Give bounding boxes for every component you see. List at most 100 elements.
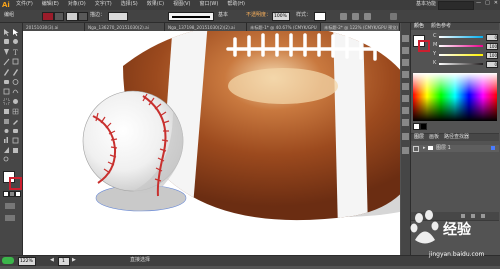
tab-artboards[interactable]: 画板 xyxy=(429,135,439,140)
stroke-swatch[interactable] xyxy=(66,12,78,21)
channel-m-slider[interactable] xyxy=(439,45,483,47)
menu-bar: Ai 文件(F) 编辑(E) 对象(O) 文字(T) 选择(S) 效果(C) 视… xyxy=(0,0,500,10)
stroke-color-box[interactable] xyxy=(9,177,22,190)
tab-document-5[interactable]: 未标题-2* @ 122% (CMYK/GPU 预览) xyxy=(321,23,400,31)
color-spectrum[interactable] xyxy=(413,73,497,121)
style-swatch[interactable] xyxy=(314,12,326,21)
workspace-switcher[interactable]: 基本功能 xyxy=(416,2,436,7)
menu-effect[interactable]: 效果(C) xyxy=(147,2,164,7)
channel-m-value[interactable]: 100 xyxy=(486,43,498,50)
brush-preview[interactable] xyxy=(168,12,214,21)
scale-tool-icon xyxy=(3,88,10,95)
stroke-weight-field[interactable] xyxy=(108,12,128,21)
gradient-panel-icon[interactable] xyxy=(402,95,409,102)
channel-y-slider[interactable] xyxy=(439,54,483,56)
tab-document-1[interactable]: 20151030(3).ai xyxy=(23,23,85,31)
brushes-panel-icon[interactable] xyxy=(402,59,409,66)
symbols-panel-icon[interactable] xyxy=(402,71,409,78)
current-tool-label: 直接选择 xyxy=(130,257,151,263)
menu-select[interactable]: 选择(S) xyxy=(121,2,138,7)
brush-definition-label: 基本 xyxy=(218,12,229,18)
fill-dropdown[interactable] xyxy=(54,12,64,21)
screen-mode-icon[interactable] xyxy=(5,215,15,221)
watermark-url: jingyan.baidu.com xyxy=(429,251,485,258)
tab-label: 20151030(3).ai xyxy=(26,25,59,30)
football-stripe-right xyxy=(333,31,368,221)
hand-tool-icon xyxy=(13,148,18,153)
warp-tool-icon xyxy=(12,89,19,94)
none-mode-icon[interactable] xyxy=(15,191,21,197)
tab-pathfinder[interactable]: 路径查找器 xyxy=(444,135,469,140)
magic-wand-icon xyxy=(4,39,9,44)
graphic-styles-panel-icon[interactable] xyxy=(402,133,409,140)
minimize-icon[interactable]: — xyxy=(476,1,481,6)
tab-document-4[interactable]: 未标题-1* @ 40.67% (CMYK/GPU 预览) xyxy=(247,23,321,36)
pen-tool-icon xyxy=(4,49,9,55)
stroke-dropdown[interactable] xyxy=(78,12,88,21)
menu-type[interactable]: 文字(T) xyxy=(95,2,112,7)
artboard-canvas[interactable] xyxy=(23,31,400,255)
artboard-number: 1 xyxy=(62,259,65,264)
transform-icon[interactable] xyxy=(352,13,359,20)
panel-stroke-box[interactable] xyxy=(418,40,430,52)
layers-panel-header: 图层 画板 路径查找器 xyxy=(411,134,499,141)
expand-arrow-icon[interactable]: ▸ xyxy=(423,145,426,151)
channel-k-value[interactable]: 0 xyxy=(486,61,498,68)
fill-swatch[interactable] xyxy=(42,12,54,21)
opacity-value: 100% xyxy=(274,14,287,19)
color-panel: 颜色 颜色参考 C 0 M 100 Y 100 K 0 xyxy=(411,23,499,134)
tab-document-2[interactable]: Nga_136270_20151030(2).ai xyxy=(85,23,165,31)
tab-layers[interactable]: 图层 xyxy=(414,135,424,140)
layer-name[interactable]: 图层 1 xyxy=(436,146,451,151)
transparency-panel-icon[interactable] xyxy=(402,107,409,114)
menu-help[interactable]: 帮助(H) xyxy=(227,2,245,7)
layer-thumbnail xyxy=(428,146,433,150)
channel-c-slider[interactable] xyxy=(439,36,483,38)
visibility-icon[interactable] xyxy=(413,146,419,152)
layers-panel-icon[interactable] xyxy=(402,147,409,154)
perspective-grid-icon xyxy=(4,109,9,114)
black-chip[interactable] xyxy=(420,123,427,130)
maximize-icon[interactable]: □ xyxy=(485,1,490,6)
menu-edit[interactable]: 编辑(E) xyxy=(42,2,59,7)
draw-mode-icon[interactable] xyxy=(5,203,15,209)
channel-y-value[interactable]: 100 xyxy=(486,52,498,59)
gradient-tool-icon xyxy=(4,119,9,124)
menu-file[interactable]: 文件(F) xyxy=(16,2,33,7)
isolate-icon[interactable] xyxy=(364,13,371,20)
stroke-panel-icon[interactable] xyxy=(402,83,409,90)
eyedropper-icon xyxy=(13,120,18,125)
appearance-panel-icon[interactable] xyxy=(402,119,409,126)
opacity-field[interactable]: 100% xyxy=(272,12,290,21)
channel-c-value[interactable]: 0 xyxy=(486,34,498,41)
channel-k-slider[interactable] xyxy=(439,63,483,65)
layer-row[interactable]: ▸ 图层 1 xyxy=(411,145,499,152)
menu-view[interactable]: 视图(V) xyxy=(173,2,190,7)
symbol-sprayer-icon xyxy=(13,129,18,133)
rectangle-tool-icon xyxy=(12,58,19,65)
football-highlight xyxy=(228,68,338,104)
swatches-panel-icon[interactable] xyxy=(402,47,409,54)
white-chip[interactable] xyxy=(413,123,420,130)
rotate-tool-icon xyxy=(12,79,19,85)
next-artboard-icon[interactable]: ▶ xyxy=(72,258,76,263)
align-icon[interactable] xyxy=(340,13,347,20)
artwork xyxy=(82,31,400,221)
panel-menu-icon[interactable] xyxy=(390,13,397,20)
tab-color[interactable]: 颜色 xyxy=(414,24,424,29)
selection-tool-icon xyxy=(4,29,10,36)
type-tool-icon: T xyxy=(13,49,18,57)
tab-label: Nga_137198_20151030(2)(2).ai xyxy=(168,25,235,30)
menu-window[interactable]: 窗口(W) xyxy=(199,2,218,7)
tab-document-3[interactable]: Nga_137198_20151030(2)(2).ai xyxy=(165,23,247,31)
menu-list: 文件(F) 编辑(E) 对象(O) 文字(T) 选择(S) 效果(C) 视图(V… xyxy=(16,2,245,7)
document-tab-bar: 20151030(3).ai Nga_136270_20151030(2).ai… xyxy=(23,23,400,36)
close-icon[interactable]: ✕ xyxy=(494,1,498,6)
zoom-value: 122% xyxy=(20,259,33,264)
layer-color-indicator xyxy=(491,146,495,150)
prev-artboard-icon[interactable]: ◀ xyxy=(50,258,54,263)
color-panel-icon[interactable] xyxy=(402,35,409,42)
search-input[interactable] xyxy=(438,1,474,10)
menu-object[interactable]: 对象(O) xyxy=(68,2,86,7)
tab-color-guide[interactable]: 颜色参考 xyxy=(431,24,451,29)
